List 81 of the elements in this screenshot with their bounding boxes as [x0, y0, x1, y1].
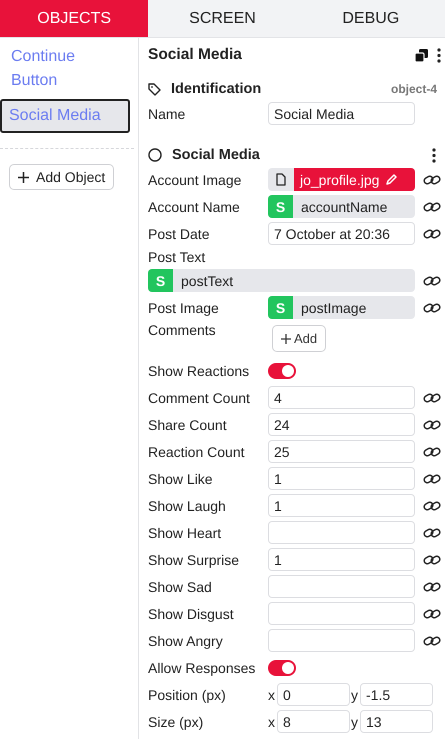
- tab[interactable]: OBJECTS: [0, 0, 148, 37]
- circle-icon: [148, 148, 162, 162]
- file-icon: [276, 173, 286, 186]
- plus-icon: [18, 172, 29, 182]
- field-label: Share Count: [148, 416, 228, 432]
- x-field[interactable]: 8: [277, 710, 350, 733]
- axis-label: x: [268, 686, 276, 702]
- link-icon[interactable]: [423, 526, 441, 538]
- field-label: Show Reactions: [148, 362, 250, 378]
- field-label: Allow Responses: [148, 660, 256, 676]
- field-label: Post Text: [148, 249, 206, 265]
- text-field[interactable]: 1: [268, 467, 415, 490]
- link-icon[interactable]: [423, 392, 441, 404]
- field-label: Show Surprise: [148, 552, 240, 568]
- text-field[interactable]: [268, 602, 415, 625]
- object-id: object-4: [390, 82, 437, 96]
- x-field[interactable]: 0: [277, 683, 350, 706]
- add-button[interactable]: Add: [272, 325, 326, 352]
- field-label: Account Image: [148, 172, 242, 188]
- text-field[interactable]: 7 October at 20:36: [268, 222, 415, 245]
- axis-label: y: [351, 714, 359, 730]
- toggle-switch[interactable]: [268, 362, 296, 378]
- text-field[interactable]: 1: [268, 548, 415, 571]
- panel-title: Social Media: [148, 46, 243, 64]
- text-field[interactable]: [268, 629, 415, 652]
- more-icon[interactable]: [437, 48, 441, 62]
- text-field[interactable]: [268, 521, 415, 544]
- binding-field[interactable]: S accountName: [268, 195, 415, 218]
- axis-label: x: [268, 714, 276, 730]
- link-icon[interactable]: [423, 228, 441, 240]
- field-label: Show Laugh: [148, 498, 227, 514]
- field-label: Post Image: [148, 300, 220, 316]
- field-label: Comments: [148, 321, 217, 338]
- link-icon[interactable]: [423, 554, 441, 566]
- binding-field[interactable]: S postText: [148, 269, 415, 292]
- toggle-switch[interactable]: [268, 660, 296, 676]
- pencil-icon: [385, 173, 398, 186]
- text-field[interactable]: 25: [268, 440, 415, 463]
- link-icon[interactable]: [423, 580, 441, 592]
- plus-icon: [281, 334, 291, 344]
- link-icon[interactable]: [423, 446, 441, 458]
- field-label: Post Date: [148, 226, 210, 242]
- y-field[interactable]: -1.5: [360, 683, 433, 706]
- text-field[interactable]: 4: [268, 386, 415, 409]
- text-field[interactable]: 1: [268, 494, 415, 517]
- tab[interactable]: DEBUG: [296, 0, 445, 37]
- link-icon[interactable]: [423, 472, 441, 484]
- link-icon[interactable]: [423, 174, 441, 186]
- field-label: Show Heart: [148, 524, 222, 540]
- link-icon[interactable]: [423, 500, 441, 512]
- add-object-button[interactable]: Add Object: [9, 164, 114, 190]
- object-list-item[interactable]: Continue Button: [0, 43, 130, 95]
- field-label: Comment Count: [148, 390, 251, 406]
- link-icon[interactable]: [423, 608, 441, 620]
- more-icon[interactable]: [432, 148, 436, 162]
- copy-icon[interactable]: [414, 48, 429, 62]
- field-label: Show Sad: [148, 578, 213, 594]
- tag-icon: [148, 82, 161, 96]
- field-label: Position (px): [148, 686, 227, 702]
- link-icon[interactable]: [423, 634, 441, 646]
- y-field[interactable]: 13: [360, 710, 433, 733]
- file-field[interactable]: jo_profile.jpg: [268, 168, 415, 191]
- link-icon[interactable]: [423, 274, 441, 286]
- tab[interactable]: SCREEN: [148, 0, 297, 37]
- section-title: Social Media: [172, 147, 260, 163]
- section-title: Identification: [171, 81, 262, 97]
- name-field[interactable]: Social Media: [268, 102, 415, 125]
- axis-label: y: [351, 686, 359, 702]
- field-label: Size (px): [148, 714, 204, 730]
- link-icon[interactable]: [423, 418, 441, 430]
- field-label: Show Like: [148, 470, 214, 486]
- field-label: Show Disgust: [148, 606, 235, 622]
- field-label: Name: [148, 106, 186, 122]
- binding-field[interactable]: S postImage: [268, 296, 415, 319]
- text-field[interactable]: 24: [268, 413, 415, 436]
- text-field[interactable]: [268, 575, 415, 598]
- link-icon[interactable]: [423, 200, 441, 212]
- field-label: Reaction Count: [148, 444, 246, 460]
- link-icon[interactable]: [423, 302, 441, 314]
- field-label: Show Angry: [148, 632, 224, 648]
- field-label: Account Name: [148, 198, 241, 214]
